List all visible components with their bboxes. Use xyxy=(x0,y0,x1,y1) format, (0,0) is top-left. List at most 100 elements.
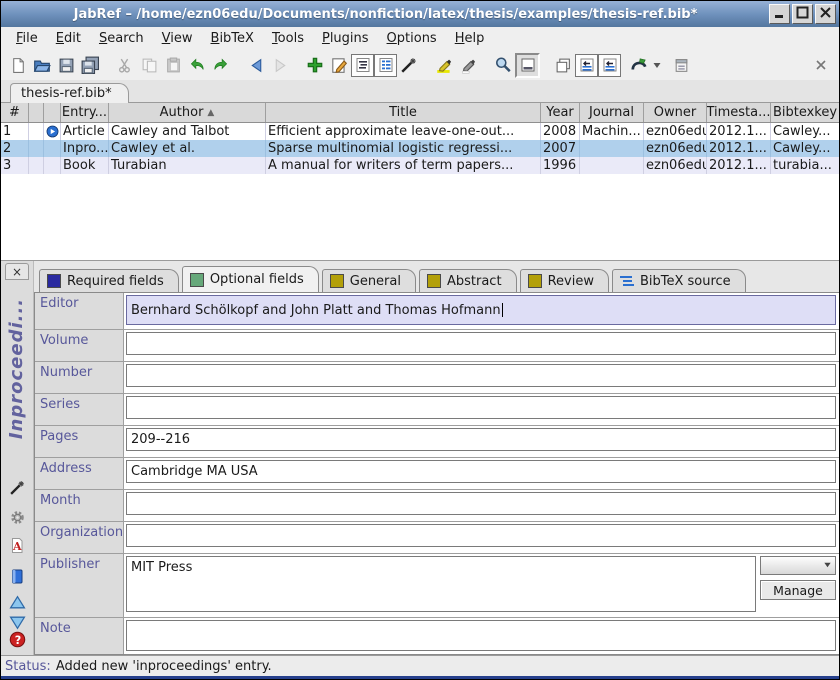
menu-tools[interactable]: Tools xyxy=(263,28,313,49)
tab-bibtex-source[interactable]: BibTeX source xyxy=(612,269,746,292)
toggle-sidepane-icon[interactable] xyxy=(515,53,540,78)
column-header-author[interactable]: Author ▲ xyxy=(109,103,266,122)
maximize-button[interactable] xyxy=(792,4,813,24)
push-to-app-1-icon[interactable] xyxy=(575,54,598,77)
title-bar[interactable]: JabRef – /home/ezn06edu/Documents/nonfic… xyxy=(1,1,839,27)
maximize-icon xyxy=(795,5,810,24)
menu-plugins[interactable]: Plugins xyxy=(313,28,378,49)
tab-thesis-ref[interactable]: thesis-ref.bib* xyxy=(10,83,129,103)
source-lines-icon xyxy=(620,275,634,287)
close-editor-button[interactable]: × xyxy=(5,263,29,280)
push-to-app-2-icon[interactable] xyxy=(598,54,621,77)
column-header-file[interactable] xyxy=(44,103,61,122)
column-header-year[interactable]: Year xyxy=(541,103,580,122)
gear-icon[interactable] xyxy=(8,509,26,526)
copy-icon[interactable] xyxy=(137,53,161,77)
redo-icon[interactable] xyxy=(209,53,233,77)
table-row[interactable]: 1 Article Cawley and Talbot Efficient ap… xyxy=(1,123,839,140)
cell-file xyxy=(44,123,61,140)
new-database-icon[interactable] xyxy=(6,53,30,77)
forward-icon[interactable] xyxy=(268,53,292,77)
cell-timestamp: 2012.1... xyxy=(707,140,771,157)
menu-help[interactable]: Help xyxy=(446,28,494,49)
column-header-journal[interactable]: Journal xyxy=(580,103,644,122)
manage-button[interactable]: Manage xyxy=(760,580,836,600)
column-header-entrytype[interactable]: Entry... xyxy=(61,103,109,122)
marker-icon[interactable] xyxy=(456,53,480,77)
menu-edit[interactable]: Edit xyxy=(47,28,90,49)
open-database-icon[interactable] xyxy=(30,53,54,77)
search-icon[interactable] xyxy=(491,53,515,77)
paste-icon[interactable] xyxy=(161,53,185,77)
field-row-month: Month xyxy=(35,490,839,522)
table-row[interactable]: 3 Book Turabian A manual for writers of … xyxy=(1,157,839,174)
field-row-number: Number xyxy=(35,362,839,394)
menu-file[interactable]: File xyxy=(7,28,47,49)
publisher-dropdown[interactable] xyxy=(760,556,836,575)
help-icon[interactable]: ? xyxy=(8,631,26,648)
new-entry-icon[interactable] xyxy=(303,53,327,77)
publisher-field[interactable]: MIT Press xyxy=(126,556,756,612)
series-field[interactable] xyxy=(126,396,836,419)
highlighter-icon[interactable] xyxy=(432,53,456,77)
menu-options[interactable]: Options xyxy=(378,28,446,49)
undo-icon[interactable] xyxy=(185,53,209,77)
minimize-button[interactable] xyxy=(769,4,790,24)
cell-year: 1996 xyxy=(541,157,580,174)
next-entry-icon[interactable] xyxy=(8,614,26,631)
edit-entry-icon[interactable] xyxy=(327,53,351,77)
tab-abstract[interactable]: Abstract xyxy=(419,269,517,292)
menu-search[interactable]: Search xyxy=(90,28,153,49)
pdf-icon[interactable]: A xyxy=(8,537,26,554)
field-label-note: Note xyxy=(35,618,124,654)
cut-icon[interactable] xyxy=(113,53,137,77)
generate-key-wand-icon[interactable] xyxy=(8,479,26,496)
tab-general[interactable]: General xyxy=(322,269,416,292)
save-database-icon[interactable] xyxy=(54,53,78,77)
previous-entry-icon[interactable] xyxy=(8,593,26,610)
field-row-series: Series xyxy=(35,394,839,426)
cell-journal xyxy=(580,157,644,174)
cell-journal xyxy=(580,140,644,157)
chevron-down-icon xyxy=(823,558,832,573)
column-header-title[interactable]: Title xyxy=(266,103,541,122)
toolbar-close-icon[interactable] xyxy=(809,53,833,77)
optional-fields-panel: Editor Bernhard Schölkopf and John Platt… xyxy=(34,292,839,655)
menu-bibtex[interactable]: BibTeX xyxy=(202,28,263,49)
close-button[interactable] xyxy=(815,4,836,24)
push-dropdown-arrow-icon[interactable] xyxy=(651,53,663,77)
address-field[interactable]: Cambridge MA USA xyxy=(126,460,836,483)
pages-field[interactable]: 209--216 xyxy=(126,428,836,451)
push-to-editor-icon[interactable] xyxy=(669,53,693,77)
push-to-openoffice-icon[interactable] xyxy=(627,53,651,77)
note-field[interactable] xyxy=(126,620,836,651)
cell-author: Turabian xyxy=(109,157,266,174)
file-link-icon[interactable] xyxy=(46,125,59,138)
column-header-timestamp[interactable]: Timesta... xyxy=(707,103,771,122)
volume-field[interactable] xyxy=(126,332,836,355)
number-field[interactable] xyxy=(126,364,836,387)
edit-strings-icon[interactable] xyxy=(374,54,397,77)
minimize-icon xyxy=(772,5,787,24)
general-swatch-icon xyxy=(330,274,344,288)
column-header-owner[interactable]: Owner xyxy=(644,103,707,122)
book-icon[interactable] xyxy=(8,568,26,585)
column-header-bibtexkey[interactable]: Bibtexkey xyxy=(771,103,839,122)
month-field[interactable] xyxy=(126,492,836,515)
organization-field[interactable] xyxy=(126,524,836,547)
tab-label: Optional fields xyxy=(210,272,304,287)
save-all-icon[interactable] xyxy=(78,53,102,77)
editor-field[interactable]: Bernhard Schölkopf and John Platt and Th… xyxy=(126,295,836,325)
back-icon[interactable] xyxy=(244,53,268,77)
copy-key-icon[interactable] xyxy=(551,53,575,77)
table-row-selected[interactable]: 2 Inpro... Cawley et al. Sparse multinom… xyxy=(1,140,839,157)
menu-view[interactable]: View xyxy=(153,28,202,49)
field-value: MIT Press xyxy=(131,560,192,575)
tab-required-fields[interactable]: Required fields xyxy=(39,269,179,292)
column-header-number[interactable]: # xyxy=(1,103,29,122)
edit-preamble-icon[interactable] xyxy=(351,54,374,77)
autogenerate-keys-wand-icon[interactable] xyxy=(397,53,421,77)
tab-optional-fields[interactable]: Optional fields xyxy=(182,266,319,292)
tab-review[interactable]: Review xyxy=(520,269,609,292)
column-header-ranking[interactable] xyxy=(29,103,44,122)
